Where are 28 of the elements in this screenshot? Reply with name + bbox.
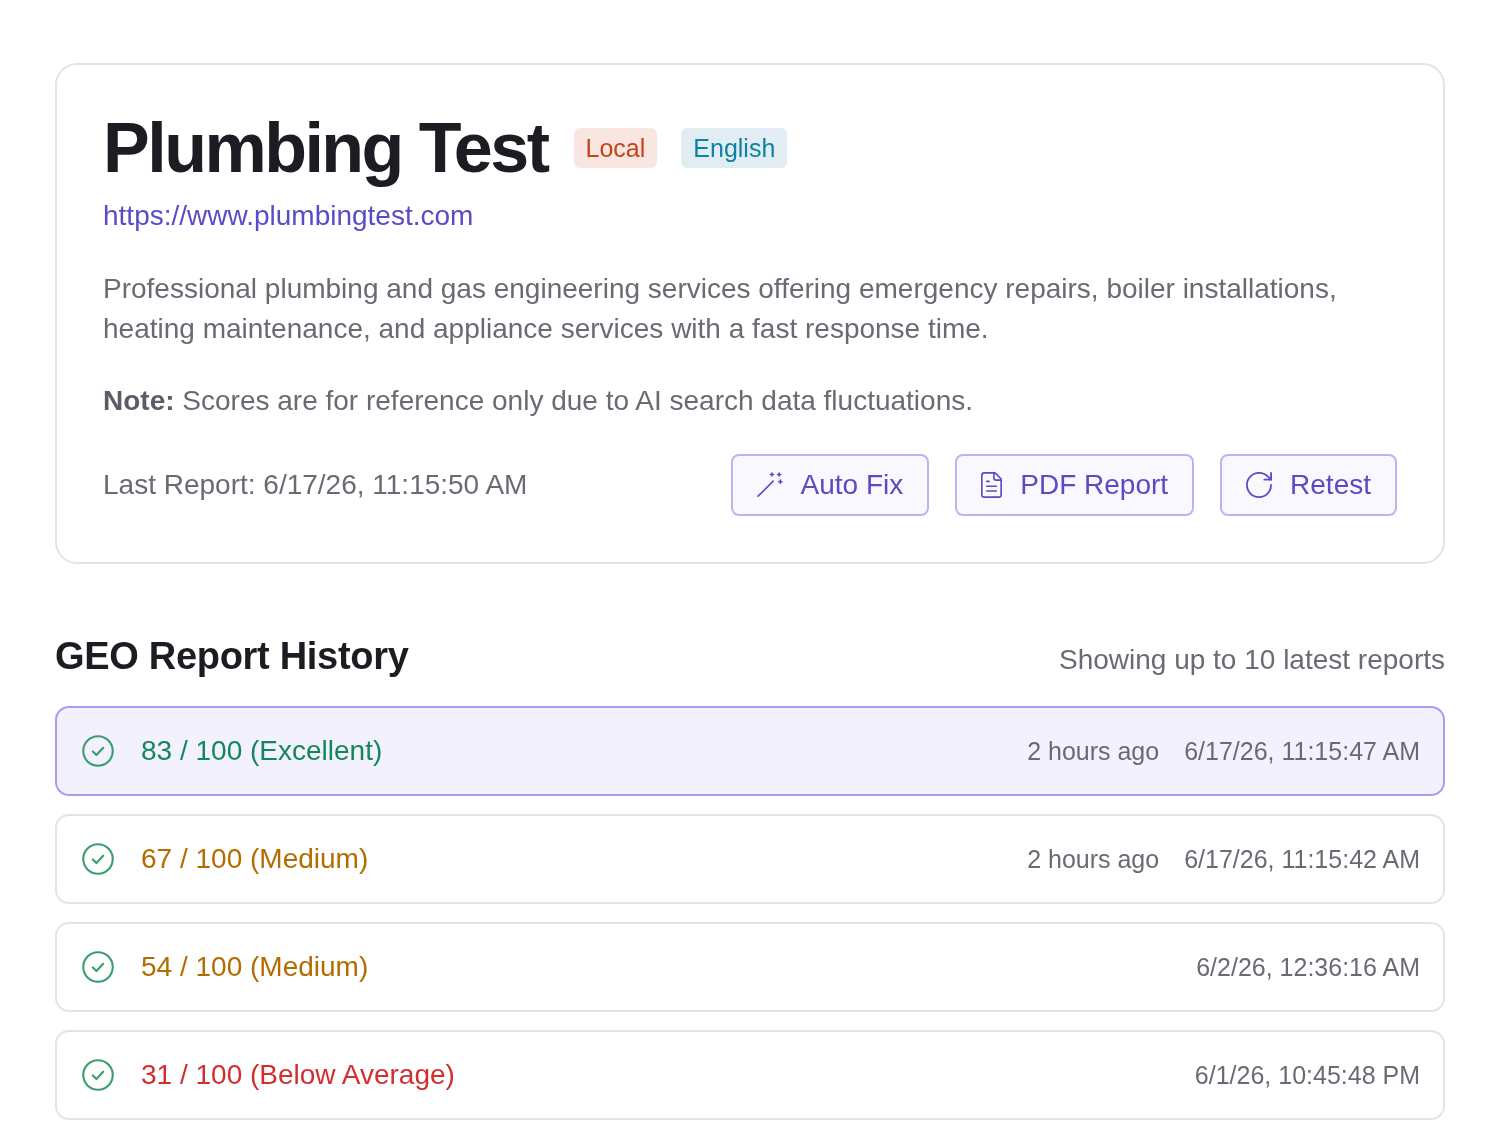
report-date: 6/17/26, 11:15:47 AM	[1184, 736, 1420, 766]
auto-fix-button[interactable]: Auto Fix	[730, 454, 930, 516]
score-text: 83 / 100 (Excellent)	[141, 735, 383, 767]
report-row[interactable]: 67 / 100 (Medium) 2 hours ago 6/17/26, 11:15:42 AM	[55, 814, 1445, 904]
site-url-link[interactable]: https://www.plumbingtest.com	[103, 200, 474, 231]
report-date: 6/17/26, 11:15:42 AM	[1184, 844, 1420, 874]
report-date: 6/2/26, 12:36:16 AM	[1196, 952, 1420, 982]
report-date: 6/1/26, 10:45:48 PM	[1194, 1060, 1420, 1090]
document-icon	[981, 472, 1003, 498]
report-row[interactable]: 31 / 100 (Below Average) 6/1/26, 10:45:48 PM	[55, 1030, 1445, 1120]
score-text: 54 / 100 (Medium)	[141, 951, 369, 983]
report-count-note: Showing up to 10 latest reports	[1059, 644, 1445, 676]
relative-time: 2 hours ago	[1027, 844, 1160, 874]
report-row[interactable]: 54 / 100 (Medium) 6/2/26, 12:36:16 AM	[55, 922, 1445, 1012]
score-text: 31 / 100 (Below Average)	[141, 1059, 455, 1091]
pdf-report-button[interactable]: PDF Report	[955, 454, 1195, 516]
retest-button[interactable]: Retest	[1220, 454, 1397, 516]
tag-badge: Local	[573, 128, 658, 168]
note-text: Note: Scores are for reference only due to AI search data fluctuations.	[103, 384, 974, 418]
relative-time: 2 hours ago	[1027, 736, 1160, 766]
refresh-icon	[1246, 472, 1273, 498]
section-title: GEO Report History	[55, 634, 409, 679]
last-report-text: Last Report: 6/17/26, 11:15:50 AM	[103, 469, 528, 501]
site-description: Professional plumbing and gas engineering services offering emergency repairs, boiler installations, heating maintenance, and appliance services with a fast response time.	[103, 272, 1338, 346]
tag-badge: English	[681, 128, 788, 168]
magic-wand-icon	[756, 472, 783, 498]
score-text: 67 / 100 (Medium)	[141, 843, 369, 875]
report-row[interactable]: 83 / 100 (Excellent) 2 hours ago 6/17/26, 11:15:47 AM	[55, 706, 1445, 796]
